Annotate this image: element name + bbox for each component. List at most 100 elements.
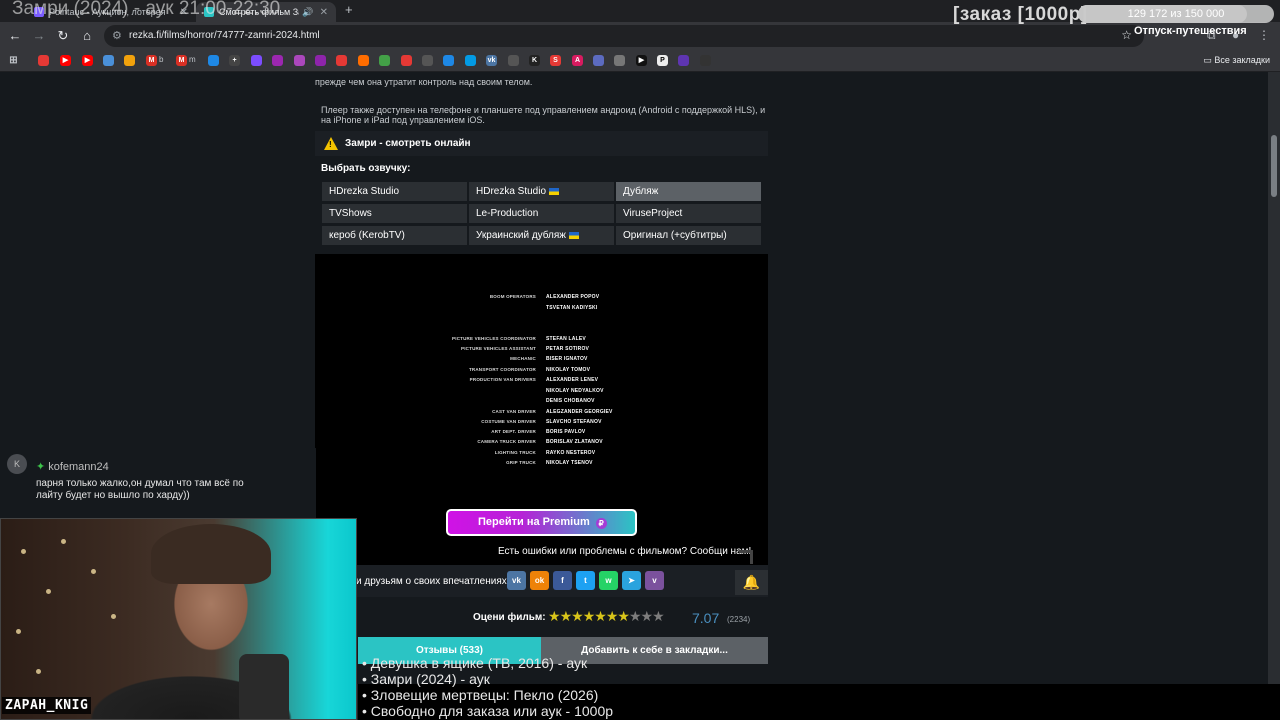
dub-option[interactable]: Украинский дубляж [469,226,614,245]
bookmark-icon[interactable]: A [572,55,583,66]
chat-overlay: K ✦ kofemann24 парня только жалко,он дума… [0,448,316,520]
twitter-icon[interactable]: t [576,571,595,590]
credit-name: BORISLAV ZLATANOV [546,439,603,445]
star-icon[interactable]: ★ [606,608,619,624]
bookmark-icon[interactable] [208,55,219,66]
odnoklassniki-icon[interactable]: ok [530,571,549,590]
star-icon[interactable]: ★ [560,608,573,624]
dub-option-label: HDrezka Studio [476,186,547,197]
star-icon[interactable]: ★ [617,608,630,624]
forward-arrow-icon[interactable]: → [30,27,48,45]
chat-avatar: K [7,454,27,474]
bookmark-icon[interactable]: K [529,55,540,66]
whatsapp-icon[interactable]: w [599,571,618,590]
close-tab-icon[interactable]: ✕ [314,7,328,18]
bookmark-icon[interactable] [38,55,49,66]
gmail-icon[interactable]: M [146,55,157,66]
site-info-icon[interactable]: ⚙ [112,29,122,42]
bookmark-icon[interactable] [443,55,454,66]
bookmark-label[interactable]: b [159,55,163,64]
credit-name: ALEXANDER LENEV [546,377,599,383]
chat-username: ✦ kofemann24 [36,460,109,473]
credit-role: CAST VAN DRIVER [492,409,536,414]
bell-icon[interactable]: 🔔 [735,570,768,595]
telegram-icon[interactable]: ➤ [622,571,641,590]
fairy-light [36,669,41,674]
scrollbar-thumb[interactable] [1271,135,1277,197]
bookmark-icon[interactable]: ▶ [636,55,647,66]
bookmark-icon[interactable]: + [229,55,240,66]
bookmark-icon[interactable] [251,55,262,66]
bookmark-icon[interactable] [401,55,412,66]
apps-grid-icon[interactable]: ⊞ [8,55,19,66]
new-tab-button[interactable]: + [345,2,353,17]
bookmark-icon[interactable] [294,55,305,66]
credit-name: DENIS CHOBANOV [546,398,595,404]
queue-item: • Девушка в ящике (ТВ, 2016) - аук [362,655,588,671]
home-icon[interactable]: ⌂ [78,27,96,45]
bookmark-icon[interactable] [379,55,390,66]
bookmark-icon[interactable] [422,55,433,66]
dub-option[interactable]: Оригинал (+субтитры) [616,226,761,245]
bookmark-icon[interactable]: S [550,55,561,66]
reload-icon[interactable]: ↻ [54,27,72,45]
vk-icon[interactable]: vk [507,571,526,590]
ukraine-flag-icon [549,188,560,195]
bookmark-icon[interactable] [103,55,114,66]
star-icon[interactable]: ★ [641,608,654,624]
mail-icon[interactable] [124,55,135,66]
dub-option[interactable]: HDrezka Studio [322,182,467,201]
star-icon[interactable]: ★ [548,608,561,624]
audio-icon[interactable]: 🔊 [302,7,313,18]
dub-option[interactable]: ViruseProject [616,204,761,223]
dub-option[interactable]: Дубляж [616,182,761,201]
dub-option[interactable]: кероб (KerobTV) [322,226,467,245]
credit-name: NIKOLAY TOMOV [546,367,591,373]
star-icon[interactable]: ★ [571,608,584,624]
star-icon[interactable]: ★ [583,608,596,624]
film-content: прежде чем она утратит контроль над свои… [315,72,768,684]
all-bookmarks-button[interactable]: ▭ Все закладки [1203,55,1270,66]
dub-option[interactable]: HDrezka Studio [469,182,614,201]
bookmark-label[interactable]: m [189,55,196,64]
video-player[interactable]: BOOM OPERATORS ALEXANDER POPOV TSVETAN KAD… [315,254,768,565]
facebook-icon[interactable]: f [553,571,572,590]
browser-toolbar: ← → ↻ ⌂ ⚙ rezka.fi/films/horror/74777-za… [0,22,1280,50]
bookmark-icon[interactable] [614,55,625,66]
star-icon[interactable]: ★ [652,608,665,624]
gmail-icon[interactable]: M [176,55,187,66]
address-bar[interactable]: ⚙ rezka.fi/films/horror/74777-zamri-2024… [104,25,1144,47]
premium-button[interactable]: Перейти на Premium ₽ [446,509,637,536]
back-arrow-icon[interactable]: ← [6,27,24,45]
bookmark-icon[interactable] [272,55,283,66]
dub-option[interactable]: TVShows [322,204,467,223]
menu-icon[interactable]: ⋮ [1258,28,1270,42]
bookmark-icon[interactable]: P [657,55,668,66]
vk-bookmark-icon[interactable]: vk [486,55,497,66]
bookmarks-bar: ⊞ ▶ ▶ M b M m + vk K S A ▶ P ▭ Все закла… [0,50,1280,72]
bookmark-icon[interactable] [678,55,689,66]
dub-option[interactable]: Le-Production [469,204,614,223]
youtube-icon[interactable]: ▶ [82,55,93,66]
report-problem-link[interactable]: Есть ошибки или проблемы с фильмом? Сооб… [498,546,751,557]
ukraine-flag-icon [569,232,579,239]
player-corner-mark [739,550,753,564]
bookmark-icon[interactable] [315,55,326,66]
bookmark-icon[interactable] [465,55,476,66]
bookmark-icon[interactable] [700,55,711,66]
credit-role: GRIP TRUCK [506,460,536,465]
bookmark-icon[interactable] [508,55,519,66]
page-scrollbar[interactable] [1268,72,1280,684]
rating-stars[interactable]: ★★★★★★★★★★ [548,608,665,625]
bookmark-icon[interactable] [593,55,604,66]
fairy-light [111,614,116,619]
all-bookmarks-label: Все закладки [1214,55,1270,65]
youtube-icon[interactable]: ▶ [60,55,71,66]
star-icon[interactable]: ★ [594,608,607,624]
viber-icon[interactable]: v [645,571,664,590]
bookmark-icon[interactable] [336,55,347,66]
bookmark-star-icon[interactable]: ☆ [1121,28,1132,42]
star-icon[interactable]: ★ [629,608,642,624]
bookmark-icon[interactable] [358,55,369,66]
dub-option-label: кероб (KerobTV) [329,230,405,241]
